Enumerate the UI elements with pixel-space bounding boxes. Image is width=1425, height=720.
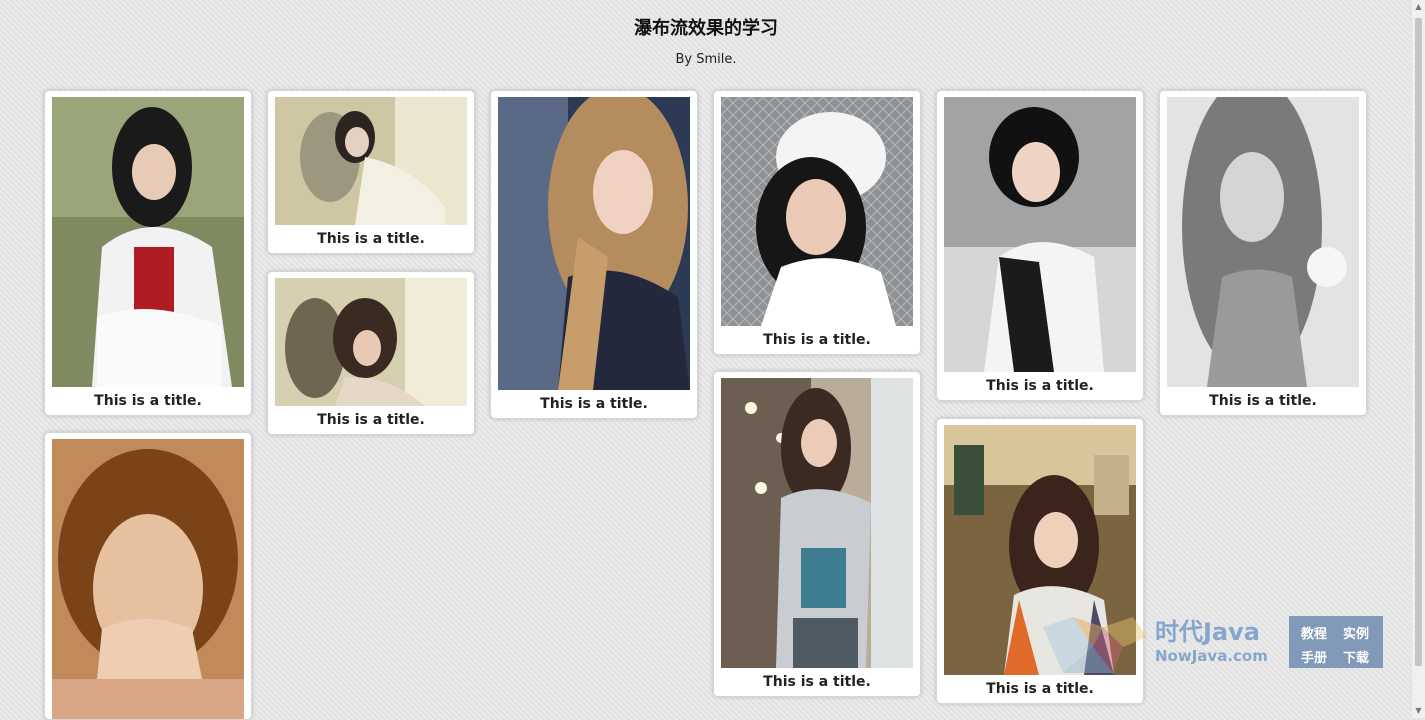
card-title: This is a title. [94,393,202,409]
photo-woman-reclining[interactable] [275,97,467,225]
photo-woman-short-hair[interactable] [52,439,244,719]
photo-blonde-woman[interactable] [498,97,690,390]
card-title: This is a title. [986,681,1094,697]
photo-card[interactable]: This is a title. [936,90,1144,401]
photo-card[interactable]: This is a title. [713,90,921,355]
nowjava-logo [1043,617,1147,673]
photo-woman-earrings[interactable] [944,97,1136,372]
photo-card[interactable]: This is a title. [490,90,698,419]
card-title: This is a title. [986,378,1094,394]
scroll-thumb[interactable] [1415,18,1422,666]
photo-woman-white-hat[interactable] [721,97,913,326]
page-byline: By Smile. [675,52,737,67]
scroll-down-icon[interactable]: ▼ [1412,704,1425,718]
photo-card[interactable]: This is a title. [1159,90,1367,416]
photo-woman-white-jacket[interactable] [52,97,244,387]
card-title: This is a title. [763,674,871,690]
nowjava-watermark: 时代Java NowJava.com [1155,618,1268,666]
card-title: This is a title. [763,332,871,348]
photo-card[interactable]: This is a title. [44,90,252,416]
page-scrollbar[interactable]: ▲ ▼ [1411,0,1425,718]
photo-woman-grey-hoodie[interactable] [721,378,913,668]
photo-woman-sleeping[interactable] [275,278,467,406]
photo-woman-bw[interactable] [1167,97,1359,387]
watermark-links: 教程 实例 手册 下载 [1289,616,1383,668]
card-title: This is a title. [1209,393,1317,409]
watermark-link[interactable]: 教程 [1301,623,1327,642]
photo-card[interactable]: This is a title. [267,90,475,254]
watermark-link[interactable]: 下载 [1343,647,1369,666]
photo-card[interactable]: This is a title. [713,371,921,697]
watermark-name: 时代Java [1155,618,1260,646]
card-title: This is a title. [317,231,425,247]
watermark-url: NowJava.com [1155,647,1268,665]
watermark-link[interactable]: 实例 [1343,623,1369,642]
card-title: This is a title. [540,396,648,412]
photo-card[interactable] [44,432,252,720]
page-title: 瀑布流效果的学习 [634,18,778,39]
photo-card[interactable]: This is a title. [267,271,475,435]
card-title: This is a title. [317,412,425,428]
watermark-link[interactable]: 手册 [1301,647,1327,666]
scroll-up-icon[interactable]: ▲ [1412,0,1425,14]
